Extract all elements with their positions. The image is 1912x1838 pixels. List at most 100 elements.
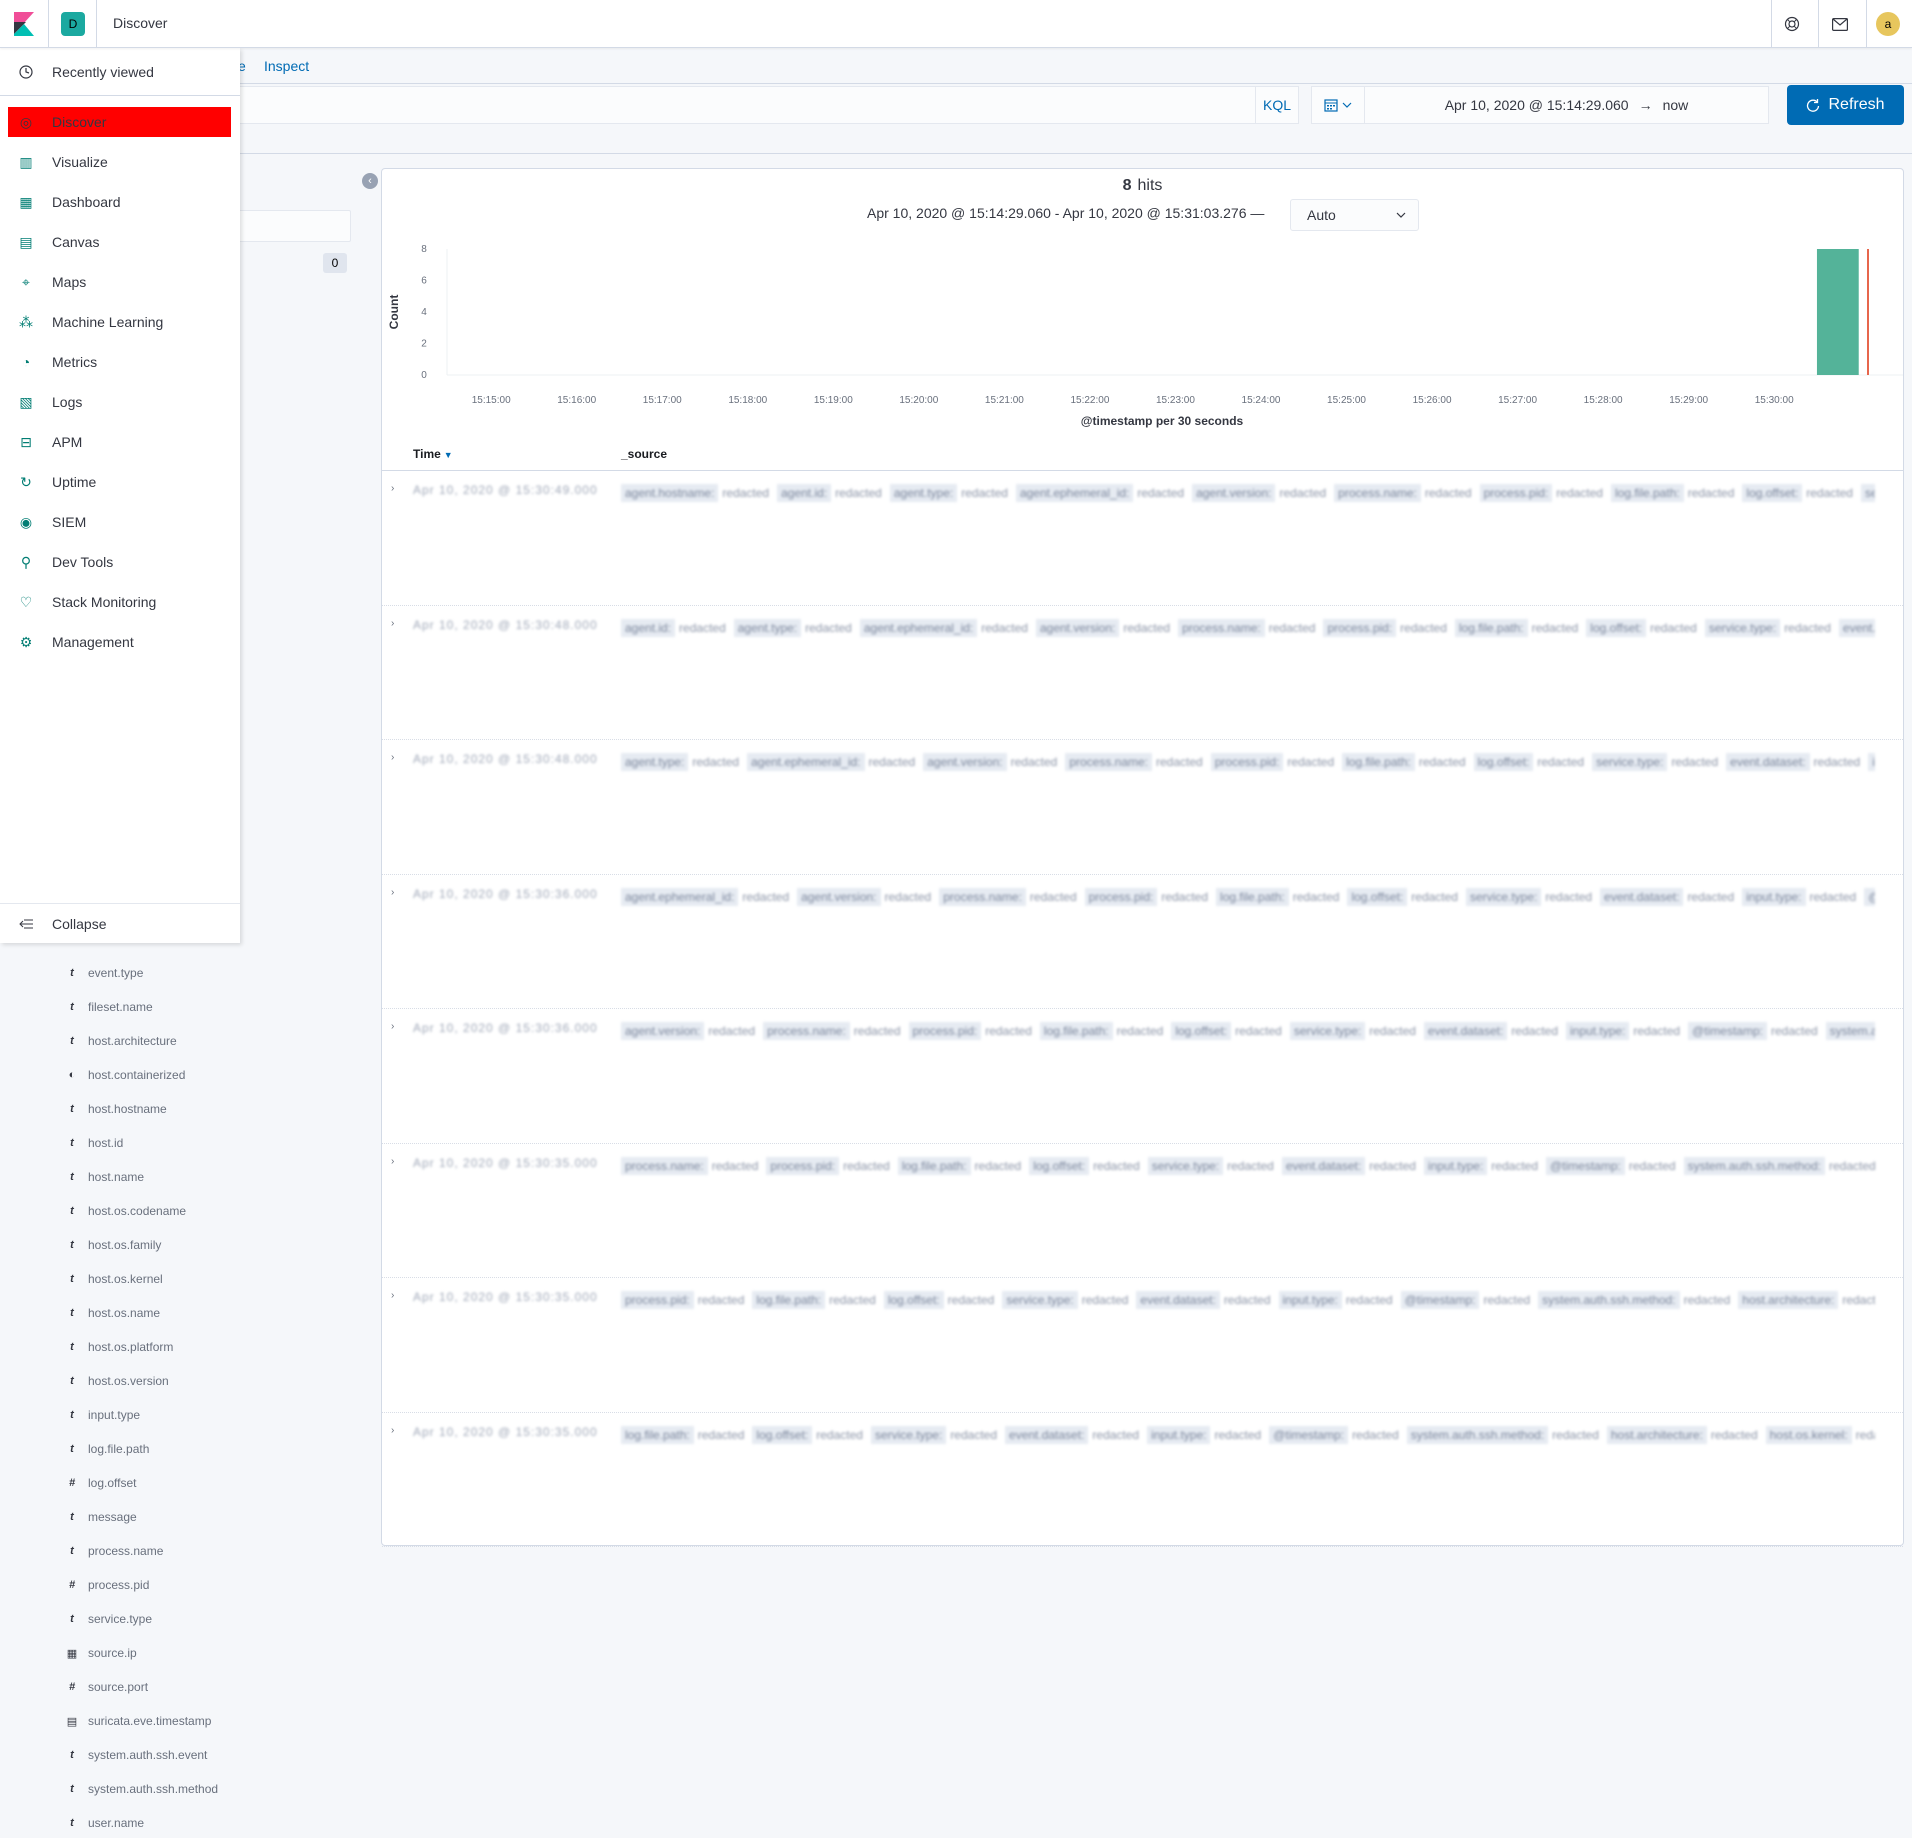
nav-item-canvas[interactable]: ▤ Canvas: [8, 227, 231, 257]
source-field-value: redacted: [1116, 1024, 1164, 1038]
nav-collapse-button[interactable]: Collapse: [0, 903, 240, 943]
source-field-key: agent.version:: [1192, 484, 1276, 502]
table-row[interactable]: › Apr 10, 2020 @ 15:30:35.000 process.name…: [382, 1144, 1903, 1278]
date-end[interactable]: now: [1663, 97, 1689, 113]
field-item[interactable]: t user.name: [60, 1806, 260, 1838]
field-item[interactable]: t system.auth.ssh.method: [60, 1772, 260, 1806]
table-row[interactable]: › Apr 10, 2020 @ 15:30:49.000 agent.hostna…: [382, 471, 1903, 606]
field-item[interactable]: t host.os.family: [60, 1228, 260, 1262]
table-row[interactable]: › Apr 10, 2020 @ 15:30:48.000 agent.id: red…: [382, 606, 1903, 740]
source-field-value: redacted: [1093, 1158, 1140, 1173]
expand-row-icon[interactable]: ›: [391, 887, 394, 898]
sort-down-icon[interactable]: ▼: [444, 450, 453, 460]
source-field-key: process.pid:: [766, 1156, 840, 1175]
query-language-button[interactable]: KQL: [1255, 86, 1299, 124]
expand-row-icon[interactable]: ›: [391, 1290, 394, 1301]
menu-link-inspect[interactable]: Inspect: [264, 58, 309, 74]
nav-item-dashboard[interactable]: ▦ Dashboard: [8, 187, 231, 217]
table-row[interactable]: › Apr 10, 2020 @ 15:30:35.000 log.file.pat…: [382, 1413, 1903, 1547]
date-picker[interactable]: Apr 10, 2020 @ 15:14:29.060 → now: [1311, 86, 1769, 124]
nav-item-management[interactable]: ⚙ Management: [8, 627, 231, 657]
expand-row-icon[interactable]: ›: [391, 483, 394, 494]
expand-row-icon[interactable]: ›: [391, 752, 394, 763]
field-type-string-icon: t: [70, 1375, 74, 1387]
field-item[interactable]: t host.os.platform: [60, 1330, 260, 1364]
table-row[interactable]: › Apr 10, 2020 @ 15:30:48.000 agent.type: r…: [382, 740, 1903, 875]
mail-icon[interactable]: [1828, 12, 1852, 36]
field-item[interactable]: t process.name: [60, 1534, 260, 1568]
field-item[interactable]: ◐ host.containerized: [60, 1058, 260, 1092]
recently-viewed[interactable]: Recently viewed: [0, 48, 240, 96]
quick-menu-button[interactable]: [1312, 87, 1365, 123]
nav-item-siem[interactable]: ◉ SIEM: [8, 507, 231, 537]
field-item[interactable]: t host.os.name: [60, 1296, 260, 1330]
field-item[interactable]: t log.file.path: [60, 1432, 260, 1466]
table-row[interactable]: › Apr 10, 2020 @ 15:30:36.000 agent.versio…: [382, 1009, 1903, 1144]
source-field-value: redacted: [805, 620, 852, 635]
field-item[interactable]: ▤ suricata.eve.timestamp: [60, 1704, 260, 1738]
date-start[interactable]: Apr 10, 2020 @ 15:14:29.060: [1445, 97, 1629, 113]
interval-select[interactable]: Auto: [1290, 199, 1419, 231]
row-timestamp: Apr 10, 2020 @ 15:30:49.000: [413, 483, 598, 497]
space-avatar[interactable]: D: [61, 12, 85, 36]
nav-item-dev-tools[interactable]: ⚲ Dev Tools: [8, 547, 231, 577]
row-timestamp: Apr 10, 2020 @ 15:30:35.000: [413, 1290, 598, 1304]
field-type-ip-icon: ▦: [66, 1647, 78, 1660]
field-item[interactable]: t fileset.name: [60, 990, 260, 1024]
source-field-key: agent.id:: [777, 484, 832, 502]
nav-item-logs[interactable]: ▧ Logs: [8, 387, 231, 417]
nav-item-uptime[interactable]: ↻ Uptime: [8, 467, 231, 497]
ml-icon: ⁂: [19, 313, 33, 330]
field-item[interactable]: t host.os.version: [60, 1364, 260, 1398]
source-field-value: redacted: [961, 486, 1008, 500]
expand-row-icon[interactable]: ›: [391, 1021, 394, 1032]
field-item[interactable]: t host.hostname: [60, 1092, 260, 1126]
field-type-string-icon: t: [70, 1341, 74, 1353]
source-field-key: log.offset:: [1742, 484, 1803, 502]
column-header-time[interactable]: Time ▼: [413, 447, 453, 461]
field-item[interactable]: t input.type: [60, 1398, 260, 1432]
field-item[interactable]: t host.architecture: [60, 1024, 260, 1058]
date-range-display[interactable]: Apr 10, 2020 @ 15:14:29.060 → now: [1365, 97, 1768, 113]
search-input[interactable]: [238, 86, 1256, 124]
field-type-string-icon: t: [70, 1511, 74, 1523]
nav-item-visualize[interactable]: ▥ Visualize: [8, 147, 231, 177]
field-item[interactable]: t system.auth.ssh.event: [60, 1738, 260, 1772]
field-name: host.os.version: [88, 1374, 169, 1388]
field-item[interactable]: t host.name: [60, 1160, 260, 1194]
field-item[interactable]: ▦ source.ip: [60, 1636, 260, 1670]
table-row[interactable]: › Apr 10, 2020 @ 15:30:36.000 agent.epheme…: [382, 875, 1903, 1009]
source-field-value: redacted: [1770, 1024, 1818, 1038]
field-item[interactable]: t message: [60, 1500, 260, 1534]
nav-item-machine-learning[interactable]: ⁂ Machine Learning: [8, 307, 231, 337]
collapse-sidebar-button[interactable]: ‹: [362, 173, 378, 189]
nav-item-metrics[interactable]: ◔ Metrics: [8, 347, 231, 377]
source-field-value: redacted: [1806, 486, 1853, 500]
source-field-value: redacted: [679, 620, 726, 635]
nav-item-stack-monitoring[interactable]: ♡ Stack Monitoring: [8, 587, 231, 617]
user-avatar[interactable]: a: [1876, 12, 1900, 36]
help-icon[interactable]: [1780, 12, 1804, 36]
field-item[interactable]: # source.port: [60, 1670, 260, 1704]
field-item[interactable]: # process.pid: [60, 1568, 260, 1602]
source-field-key: agent.ephemeral_id:: [859, 618, 978, 637]
kibana-logo-icon[interactable]: [14, 12, 34, 36]
expand-row-icon[interactable]: ›: [391, 1156, 394, 1167]
field-item[interactable]: # log.offset: [60, 1466, 260, 1500]
histogram-chart[interactable]: 0 2 4 6 8 15:15:00 15:16:00 15:17:00 15:18:00 15:…: [382, 229, 1903, 429]
source-field-value: redacted: [1784, 620, 1831, 635]
field-item[interactable]: t host.id: [60, 1126, 260, 1160]
refresh-button[interactable]: Refresh: [1787, 85, 1904, 125]
field-item[interactable]: t service.type: [60, 1602, 260, 1636]
field-item[interactable]: t event.type: [60, 956, 260, 990]
table-row[interactable]: › Apr 10, 2020 @ 15:30:35.000 process.pid:…: [382, 1278, 1903, 1413]
header-divider: [1866, 0, 1867, 48]
nav-item-apm[interactable]: ⊟ APM: [8, 427, 231, 457]
field-item[interactable]: t host.os.kernel: [60, 1262, 260, 1296]
nav-item-maps[interactable]: ⌖ Maps: [8, 267, 231, 297]
expand-row-icon[interactable]: ›: [391, 1425, 394, 1436]
expand-row-icon[interactable]: ›: [391, 618, 394, 629]
field-item[interactable]: t host.os.codename: [60, 1194, 260, 1228]
nav-item-discover[interactable]: ◎ Discover: [8, 107, 231, 137]
dashboard-icon: ▦: [19, 193, 33, 210]
